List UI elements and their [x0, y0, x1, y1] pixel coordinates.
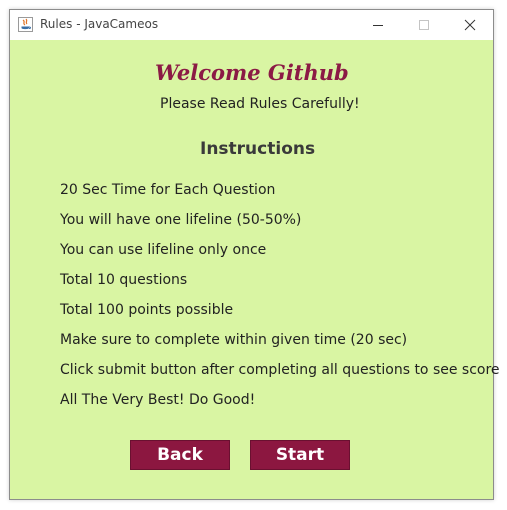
rule-item: 20 Sec Time for Each Question: [60, 182, 276, 198]
rule-item: You can use lifeline only once: [60, 242, 267, 258]
rules-list: 20 Sec Time for Each Question You will h…: [60, 181, 500, 421]
subtitle: Please Read Rules Carefully!: [160, 96, 360, 112]
maximize-button[interactable]: [401, 10, 447, 40]
rule-item: You will have one lifeline (50-50%): [60, 212, 302, 228]
minimize-button[interactable]: [355, 10, 401, 40]
rules-panel: Welcome Github Please Read Rules Careful…: [10, 40, 500, 499]
back-button[interactable]: Back: [130, 440, 230, 470]
rule-item: Total 100 points possible: [60, 302, 234, 318]
close-icon: [464, 19, 476, 31]
maximize-icon: [419, 20, 429, 30]
start-button[interactable]: Start: [250, 440, 350, 470]
rule-item: Click submit button after completing all…: [60, 362, 500, 378]
welcome-text: Welcome Github: [155, 60, 349, 85]
rules-window: Rules - JavaCameos Welcome Github Please…: [9, 9, 500, 500]
rule-item: Make sure to complete within given time …: [60, 332, 408, 348]
title-bar[interactable]: Rules - JavaCameos: [10, 10, 493, 40]
window-title: Rules - JavaCameos: [40, 17, 159, 31]
close-button[interactable]: [447, 10, 493, 40]
rule-item: Total 10 questions: [60, 272, 188, 288]
minimize-icon: [373, 25, 383, 26]
rule-item: All The Very Best! Do Good!: [60, 392, 256, 408]
instructions-heading: Instructions: [200, 139, 316, 159]
java-icon: [18, 17, 33, 32]
